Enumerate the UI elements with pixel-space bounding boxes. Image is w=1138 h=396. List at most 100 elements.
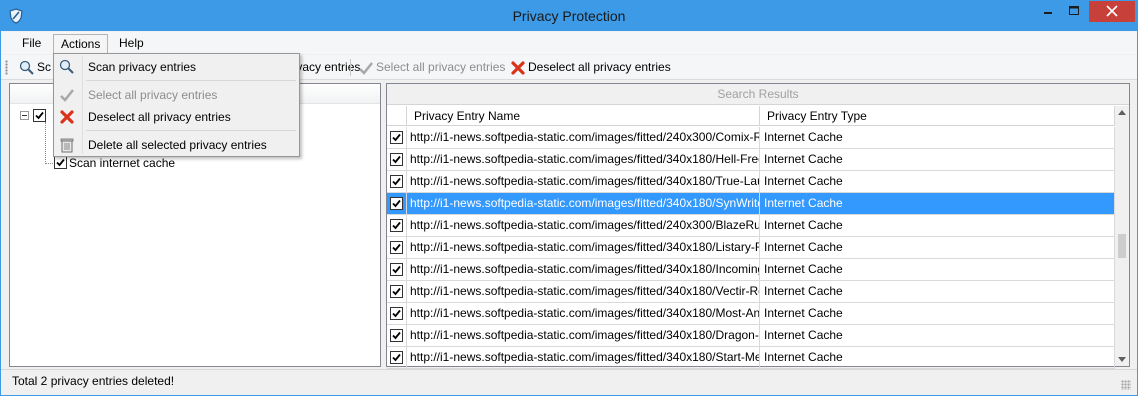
status-bar: Total 2 privacy entries deleted! xyxy=(1,369,1137,395)
trash-icon xyxy=(60,138,74,153)
toolbar-deselect-all-button[interactable]: Deselect all privacy entries xyxy=(510,59,671,77)
maximize-button[interactable] xyxy=(1061,1,1087,22)
row-checkbox-cell xyxy=(387,193,407,214)
checkmark-icon xyxy=(392,331,401,340)
search-results-bar[interactable]: Search Results xyxy=(387,84,1129,105)
entry-name-cell: http://i1-news.softpedia-static.com/imag… xyxy=(407,281,760,302)
row-checkbox-cell xyxy=(387,303,407,324)
resize-grip-icon[interactable] xyxy=(1121,380,1131,390)
menu-file[interactable]: File xyxy=(15,34,48,53)
scan-icon xyxy=(59,59,74,74)
toolbar-grip[interactable] xyxy=(5,60,8,75)
menu-item-deselect-all[interactable]: Deselect all privacy entries xyxy=(56,106,297,128)
column-header-checkbox xyxy=(387,106,407,126)
row-checkbox-cell xyxy=(387,215,407,236)
table-row[interactable]: http://i1-news.softpedia-static.com/imag… xyxy=(387,325,1115,347)
menu-item-scan[interactable]: Scan privacy entries xyxy=(56,56,297,78)
menu-item-select-all[interactable]: Select all privacy entries xyxy=(56,84,297,106)
row-checkbox[interactable] xyxy=(390,351,403,364)
table-row[interactable]: http://i1-news.softpedia-static.com/imag… xyxy=(387,259,1115,281)
toolbar-select-all-button[interactable]: Select all privacy entries xyxy=(358,59,506,77)
table-row[interactable]: http://i1-news.softpedia-static.com/imag… xyxy=(387,281,1115,303)
toolbar-deselect-all-label: Deselect all privacy entries xyxy=(528,60,671,74)
entry-type-cell: Internet Cache xyxy=(760,149,1115,170)
row-checkbox[interactable] xyxy=(390,307,403,320)
row-checkbox[interactable] xyxy=(390,131,403,144)
entry-type-cell: Internet Cache xyxy=(760,193,1115,214)
checkmark-icon xyxy=(392,221,401,230)
close-button[interactable] xyxy=(1089,1,1135,22)
entry-type-cell: Internet Cache xyxy=(760,215,1115,236)
table-row[interactable]: http://i1-news.softpedia-static.com/imag… xyxy=(387,303,1115,325)
table-row[interactable]: http://i1-news.softpedia-static.com/imag… xyxy=(387,171,1115,193)
column-header-type[interactable]: Privacy Entry Type xyxy=(760,106,1115,126)
row-checkbox[interactable] xyxy=(390,329,403,342)
toolbar-select-all-label: Select all privacy entries xyxy=(376,60,506,74)
row-checkbox-cell xyxy=(387,127,407,148)
checkmark-icon xyxy=(392,133,401,142)
entry-type-cell: Internet Cache xyxy=(760,281,1115,302)
scroll-up-icon[interactable] xyxy=(1118,110,1126,115)
row-checkbox-cell xyxy=(387,149,407,170)
scroll-down-icon[interactable] xyxy=(1118,357,1126,362)
row-checkbox[interactable] xyxy=(390,285,403,298)
entry-name-cell: http://i1-news.softpedia-static.com/imag… xyxy=(407,237,760,258)
x-icon xyxy=(511,61,525,75)
row-checkbox[interactable] xyxy=(390,219,403,232)
table-row[interactable]: http://i1-news.softpedia-static.com/imag… xyxy=(387,149,1115,171)
table-row[interactable]: http://i1-news.softpedia-static.com/imag… xyxy=(387,215,1115,237)
tree-collapse-toggle[interactable] xyxy=(20,111,29,120)
column-header-name[interactable]: Privacy Entry Name xyxy=(407,106,760,126)
entry-type-cell: Internet Cache xyxy=(760,325,1115,346)
table-row[interactable]: http://i1-news.softpedia-static.com/imag… xyxy=(387,193,1115,215)
entry-name-cell: http://i1-news.softpedia-static.com/imag… xyxy=(407,347,760,368)
row-checkbox-cell xyxy=(387,171,407,192)
title-bar: Privacy Protection xyxy=(1,1,1137,31)
tree-item-scan-internet-cache[interactable]: Scan internet cache xyxy=(69,156,175,170)
entry-name-cell: http://i1-news.softpedia-static.com/imag… xyxy=(407,303,760,324)
entry-name-cell: http://i1-news.softpedia-static.com/imag… xyxy=(407,325,760,346)
row-checkbox[interactable] xyxy=(390,241,403,254)
toolbar-separator xyxy=(350,59,351,76)
menu-actions[interactable]: Actions xyxy=(53,34,109,53)
minimize-button[interactable] xyxy=(1035,1,1061,22)
row-checkbox[interactable] xyxy=(390,197,403,210)
checkmark-icon xyxy=(392,265,401,274)
row-checkbox-cell xyxy=(387,237,407,258)
checkmark-icon xyxy=(392,199,401,208)
row-checkbox-cell xyxy=(387,281,407,302)
entry-type-cell: Internet Cache xyxy=(760,127,1115,148)
entry-type-cell: Internet Cache xyxy=(760,237,1115,258)
grid-header: Privacy Entry Name Privacy Entry Type xyxy=(387,106,1115,126)
maximize-icon xyxy=(1069,6,1079,15)
tree-root-checkbox[interactable] xyxy=(33,109,46,122)
menu-item-delete-selected[interactable]: Delete all selected privacy entries xyxy=(56,134,297,156)
table-row[interactable]: http://i1-news.softpedia-static.com/imag… xyxy=(387,347,1115,369)
scrollbar-thumb[interactable] xyxy=(1118,234,1126,258)
checkmark-icon xyxy=(56,158,65,167)
app-window: Privacy Protection File Actions Help Sc … xyxy=(0,0,1138,396)
table-row[interactable]: http://i1-news.softpedia-static.com/imag… xyxy=(387,127,1115,149)
menu-bar: File Actions Help xyxy=(1,32,1137,54)
entry-type-cell: Internet Cache xyxy=(760,303,1115,324)
menu-help[interactable]: Help xyxy=(112,34,151,53)
checkmark-icon xyxy=(35,111,44,120)
results-panel: Search Results Privacy Entry Name Privac… xyxy=(386,83,1130,369)
menu-separator xyxy=(86,130,296,131)
entry-type-cell: Internet Cache xyxy=(760,347,1115,368)
menu-item-deselect-all-label: Deselect all privacy entries xyxy=(88,110,231,124)
vertical-scrollbar[interactable] xyxy=(1115,106,1129,366)
tree-connector xyxy=(45,122,46,164)
window-title: Privacy Protection xyxy=(512,8,626,24)
checkmark-icon xyxy=(392,309,401,318)
table-row[interactable]: http://i1-news.softpedia-static.com/imag… xyxy=(387,237,1115,259)
checkmark-icon xyxy=(392,287,401,296)
row-checkbox[interactable] xyxy=(390,153,403,166)
row-checkbox[interactable] xyxy=(390,175,403,188)
row-checkbox[interactable] xyxy=(390,263,403,276)
x-icon xyxy=(60,110,74,124)
status-text: Total 2 privacy entries deleted! xyxy=(12,374,175,388)
scan-icon xyxy=(19,60,34,75)
menu-item-delete-selected-label: Delete all selected privacy entries xyxy=(88,138,267,152)
scan-internet-cache-checkbox[interactable] xyxy=(54,156,67,169)
